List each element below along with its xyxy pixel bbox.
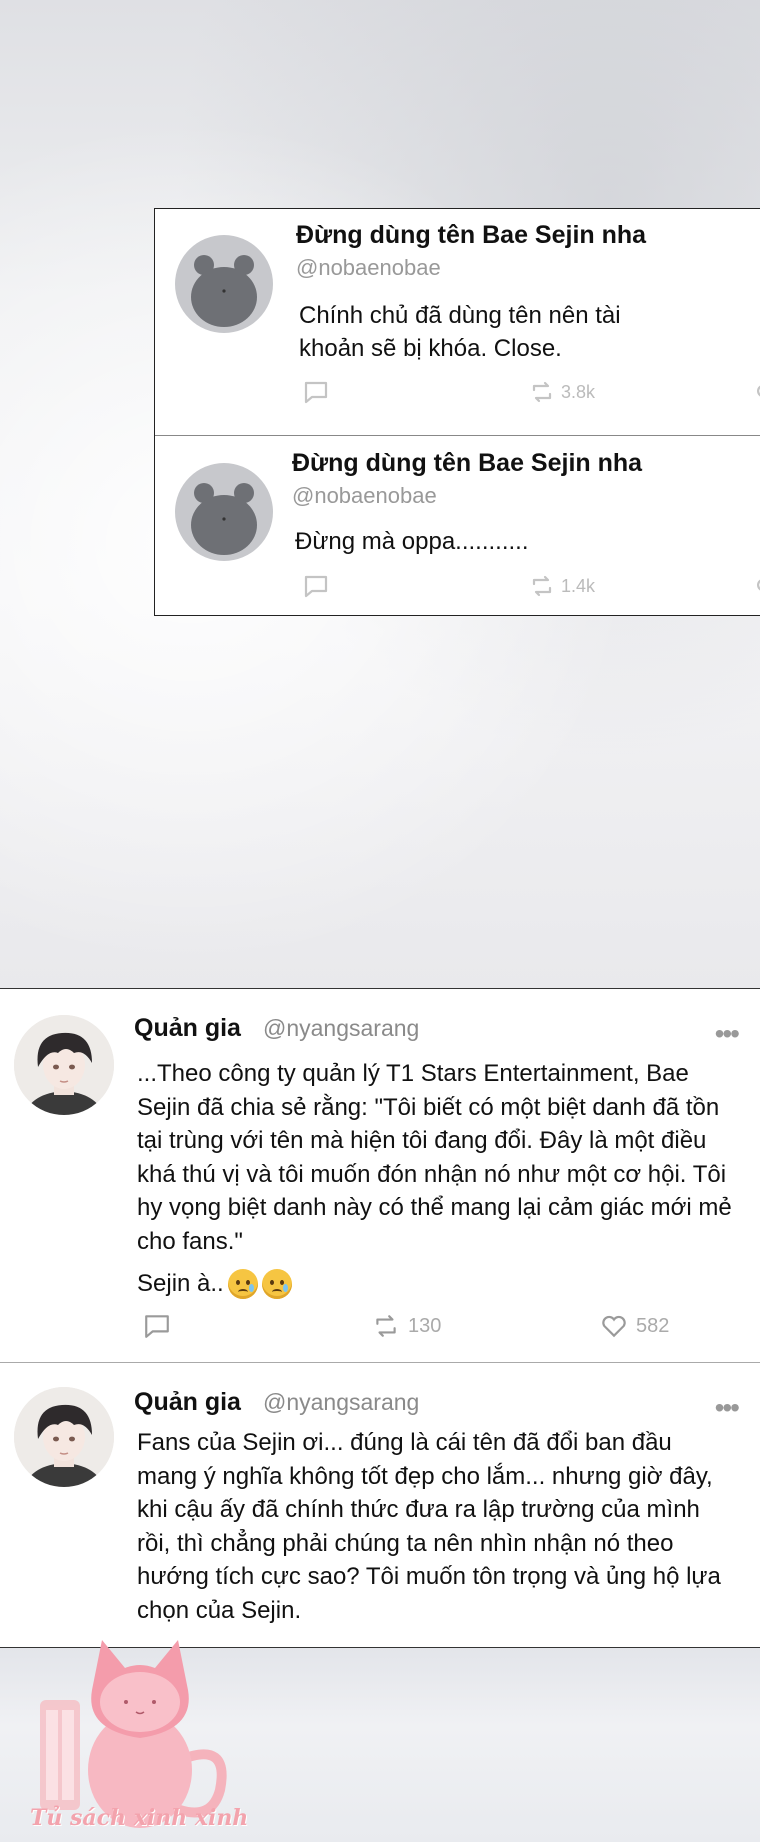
tweet-text: Đừng mà oppa........... [295, 528, 529, 555]
more-icon[interactable]: ••• [715, 1394, 740, 1422]
retweet-button[interactable]: 1.4k [529, 573, 595, 599]
retweet-count: 1.4k [561, 575, 596, 596]
like-button[interactable] [755, 381, 760, 407]
crying-face-emoji [227, 1269, 258, 1299]
embedded-tweet[interactable]: Đừng dùng tên Bae Sejin nha @nobaenobae … [155, 209, 760, 436]
display-name[interactable]: Đừng dùng tên Bae Sejin nha [296, 221, 646, 250]
tweet[interactable]: Quản gia @nyangsarang ••• Fans của Sejin… [0, 1363, 760, 1648]
crying-face-emoji [261, 1269, 292, 1299]
reply-icon [304, 575, 328, 598]
watermark-text: Tủ sách xinh xinh [30, 1805, 249, 1831]
heart-icon [757, 579, 760, 591]
embedded-tweets-box: Đừng dùng tên Bae Sejin nha @nobaenobae … [154, 208, 760, 616]
embedded-tweet[interactable]: Đừng dùng tên Bae Sejin nha @nobaenobae … [155, 435, 760, 615]
profile-picture [14, 1387, 114, 1487]
user-avatar[interactable] [14, 1387, 114, 1487]
tweet-text: ...Theo công ty quản lý T1 Stars Enterta… [137, 1060, 732, 1255]
reply-icon [304, 381, 328, 404]
profile-picture [14, 1015, 114, 1115]
reply-button[interactable] [303, 379, 329, 405]
user-handle[interactable]: @nyangsarang [263, 1389, 419, 1416]
retweet-icon [376, 1315, 396, 1337]
hamster-icon [191, 255, 257, 327]
display-name[interactable]: Đừng dùng tên Bae Sejin nha [292, 449, 642, 478]
tweet[interactable]: Quản gia @nyangsarang ••• ...Theo công t… [0, 988, 760, 1363]
hamster-avatar[interactable] [175, 235, 273, 333]
reply-button[interactable] [143, 1312, 171, 1340]
user-handle[interactable]: @nobaenobae [292, 483, 437, 509]
retweet-count: 130 [408, 1314, 442, 1337]
user-handle[interactable]: @nyangsarang [263, 1015, 419, 1042]
display-name[interactable]: Quản gia [134, 1388, 241, 1417]
reply-button[interactable] [303, 573, 329, 599]
heart-icon [757, 385, 760, 397]
retweet-count: 3.8k [561, 381, 596, 402]
heart-icon [602, 1315, 626, 1338]
retweet-button[interactable]: 130 [372, 1312, 441, 1340]
like-button[interactable] [755, 575, 760, 601]
retweet-icon [532, 381, 552, 403]
tweet-text-secondary-label: Sejin à.. [137, 1270, 224, 1297]
hamster-avatar[interactable] [175, 463, 273, 561]
tweet-text: Fans của Sejin ơi... đúng là cái tên đã … [137, 1429, 721, 1624]
like-button[interactable]: 582 [600, 1312, 669, 1340]
retweet-icon [532, 575, 552, 597]
display-name[interactable]: Quản gia [134, 1014, 241, 1043]
retweet-button[interactable]: 3.8k [529, 379, 595, 405]
reply-icon [145, 1315, 169, 1338]
user-avatar[interactable] [14, 1015, 114, 1115]
like-count: 582 [636, 1314, 670, 1337]
tweet-text-secondary: Sejin à.. [137, 1269, 292, 1299]
tweet-text: Chính chủ đã dùng tên nên tài khoản sẽ b… [299, 302, 621, 362]
more-icon[interactable]: ••• [715, 1020, 740, 1048]
hamster-icon [191, 483, 257, 555]
user-handle[interactable]: @nobaenobae [296, 255, 441, 281]
